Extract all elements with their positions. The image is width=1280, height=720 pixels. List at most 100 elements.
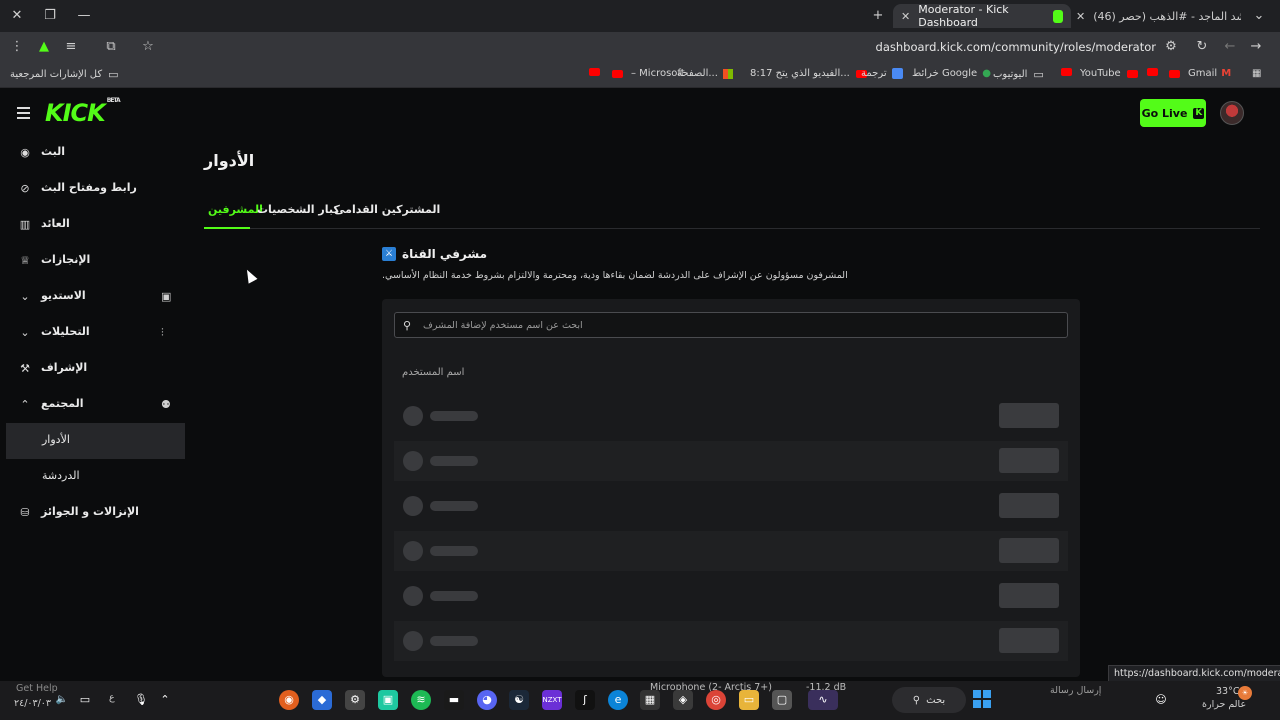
extensions-puzzle-icon[interactable]: ⧉ — [102, 38, 120, 56]
chrome-icon[interactable]: ◎ — [706, 690, 726, 710]
settings-gear-icon[interactable]: ⚙ — [345, 690, 365, 710]
search-icon: ⚲ — [403, 318, 412, 332]
moderator-search[interactable]: ⚲ — [394, 312, 1068, 338]
overwatch-icon[interactable]: ◉ — [279, 690, 299, 710]
apps-grid-icon[interactable]: ▦ — [1252, 68, 1261, 79]
table-row — [394, 576, 1068, 616]
bookmark-star-icon[interactable]: ☆ — [139, 38, 157, 56]
forward-icon[interactable]: → — [1247, 38, 1265, 56]
action-placeholder — [999, 628, 1059, 653]
store-icon[interactable]: ▦ — [640, 690, 660, 710]
bookmark-youtube-icon-1[interactable] — [585, 68, 600, 76]
terminal-icon[interactable]: ▬ — [444, 690, 464, 710]
spotify-icon[interactable]: ≋ — [411, 690, 431, 710]
steam-icon[interactable]: ☯ — [509, 690, 529, 710]
action-placeholder — [999, 538, 1059, 563]
app-dark-icon[interactable]: ʃ — [575, 690, 595, 710]
action-placeholder — [999, 448, 1059, 473]
bookmark-video[interactable]: 8:17 الفيديو الذي يتح... — [750, 68, 867, 79]
section-description: .المشرفون مسؤولون عن الإشراف على الدردشة… — [382, 270, 848, 281]
app-blue-icon[interactable]: ◆ — [312, 690, 332, 710]
emoji-icon[interactable]: ☺ — [1151, 690, 1171, 710]
studio-icon: ▣ — [161, 290, 172, 303]
sidebar-item-community[interactable]: ⌃ المجتمع ⚉ — [0, 387, 190, 423]
youtube-icon — [612, 69, 623, 78]
sidebar-item-roles[interactable]: الأدوار — [6, 423, 185, 459]
bookmark-page[interactable]: الصفحة... — [677, 68, 733, 79]
restore-window-icon[interactable]: ❐ — [41, 7, 59, 25]
back-icon[interactable]: ← — [1221, 38, 1239, 56]
bookmark-youtube-2[interactable] — [1057, 68, 1072, 76]
discord-icon[interactable]: ◕ — [477, 690, 497, 710]
sidebar-item-moderation[interactable]: ⚒ الإشراف — [0, 351, 190, 387]
hamburger-menu-icon[interactable] — [17, 107, 30, 119]
microphone-icon[interactable]: 🎙 — [131, 690, 151, 710]
all-bookmarks[interactable]: كل الإشارات المرجعية ▭ — [10, 68, 119, 81]
sidebar-item-analytics[interactable]: ⌄ التحليلات ⫶ — [0, 315, 190, 351]
tab-moderators[interactable]: المشرفين — [208, 203, 263, 216]
sidebar-item-revenue[interactable]: ▥ العائد — [0, 207, 190, 243]
network-icon[interactable]: ▭ — [75, 690, 95, 710]
kick-dashboard: KICK BETA Go Live K ◉ البث ⊘ رابط ومفتاح … — [0, 89, 1280, 720]
tab-search-icon[interactable]: ⌄ — [1250, 7, 1268, 25]
name-placeholder — [430, 546, 478, 556]
audio-visualizer-icon[interactable]: ∿ — [808, 690, 838, 710]
bookmark-microsoft[interactable]: – Microsoft — [608, 68, 685, 79]
language-indicator[interactable]: ع — [109, 692, 115, 703]
nzxt-icon[interactable]: NZXT — [542, 690, 562, 710]
site-settings-icon[interactable]: ⚙ — [1162, 38, 1180, 56]
action-placeholder — [999, 403, 1059, 428]
url-text[interactable]: dashboard.kick.com/community/roles/moder… — [876, 40, 1156, 54]
tray-chevron-icon[interactable]: ⌃ — [155, 690, 175, 710]
tab-title: (46) راشد الماجد - #الذهب (حصر — [1093, 9, 1241, 23]
windows-start-icon[interactable] — [973, 690, 991, 708]
bookmark-translate[interactable]: ترجمة — [861, 68, 903, 79]
close-tab-icon[interactable]: ✕ — [1076, 10, 1085, 23]
app-teal-icon[interactable]: ▣ — [378, 690, 398, 710]
bookmark-gmail[interactable]: Gmail M — [1165, 68, 1231, 79]
reload-icon[interactable]: ↻ — [1193, 38, 1211, 56]
go-live-button[interactable]: Go Live K — [1140, 99, 1206, 127]
minimize-window-icon[interactable]: — — [75, 7, 93, 25]
app-window-icon[interactable]: ▢ — [772, 690, 792, 710]
browser-tab-bar: ✕ ❐ — + ✕ Moderator - Kick Dashboard ✕ (… — [0, 0, 1280, 32]
youtube-icon — [1169, 69, 1180, 78]
extension-icon[interactable]: ▲ — [35, 38, 53, 56]
sidebar-item-stream-key[interactable]: ⊘ رابط ومفتاح البث — [0, 171, 190, 207]
menu-dots-icon[interactable]: ⋮ — [8, 38, 26, 56]
gift-icon: ⛁ — [20, 506, 30, 519]
taskbar: Get Help ٢٤/٠٣/٠٣ 🔈 ▭ ع 🎙 ⌃ ◉ ◆ ⚙ ▣ ≋ ▬ … — [0, 681, 1280, 720]
close-tab-icon[interactable]: ✕ — [901, 10, 910, 23]
bookmark-youtube-folder[interactable]: اليوتيوب ▭ — [993, 68, 1044, 81]
new-tab-icon[interactable]: + — [869, 7, 887, 25]
bookmark-youtube[interactable]: YouTube — [1080, 68, 1138, 79]
kick-logo[interactable]: KICK BETA — [45, 97, 121, 127]
avatar[interactable] — [1220, 101, 1244, 125]
sidebar-item-achievements[interactable]: ♕ الإنجازات — [0, 243, 190, 279]
name-placeholder — [430, 411, 478, 421]
tab-vips[interactable]: كبار الشخصيات — [257, 203, 340, 216]
edge-icon[interactable]: e — [608, 690, 628, 710]
sidebar-item-studio[interactable]: ⌄ الاستديو ▣ — [0, 279, 190, 315]
weather-icon[interactable]: ☀ — [1238, 686, 1252, 700]
bookmark-youtube-3[interactable] — [1143, 68, 1158, 76]
tab-og-subscribers[interactable]: المشتركين القدامى — [334, 203, 440, 216]
table-row — [394, 441, 1068, 481]
address-bar: ⋮ ▲ ≡ ⧉ ☆ dashboard.kick.com/community/r… — [0, 32, 1280, 62]
search-input[interactable] — [423, 319, 1043, 331]
sidebar-item-drops[interactable]: ⛁ الإنزالات و الجوائز — [0, 495, 190, 531]
taskbar-search[interactable]: ⚲ بحث — [892, 687, 966, 713]
bookmark-maps[interactable]: خرائط Google ● — [912, 68, 991, 79]
message-input-placeholder[interactable]: إرسال رسالة — [1050, 685, 1101, 696]
tab-kick-dashboard[interactable]: ✕ Moderator - Kick Dashboard — [893, 3, 1071, 29]
tab-title: Moderator - Kick Dashboard — [918, 3, 1009, 29]
file-explorer-icon[interactable]: ▭ — [739, 690, 759, 710]
tab-youtube[interactable]: ✕ (46) راشد الماجد - #الذهب (حصر — [1076, 4, 1241, 28]
speaker-icon[interactable]: 🔈 — [52, 690, 72, 710]
sidebar-item-broadcast[interactable]: ◉ البث — [0, 135, 190, 171]
sidebar-item-chat[interactable]: الدردشة — [0, 459, 190, 495]
app-gray-icon[interactable]: ◈ — [673, 690, 693, 710]
close-window-icon[interactable]: ✕ — [8, 7, 26, 25]
community-icon: ⚉ — [161, 398, 171, 411]
media-controls-icon[interactable]: ≡ — [62, 38, 80, 56]
